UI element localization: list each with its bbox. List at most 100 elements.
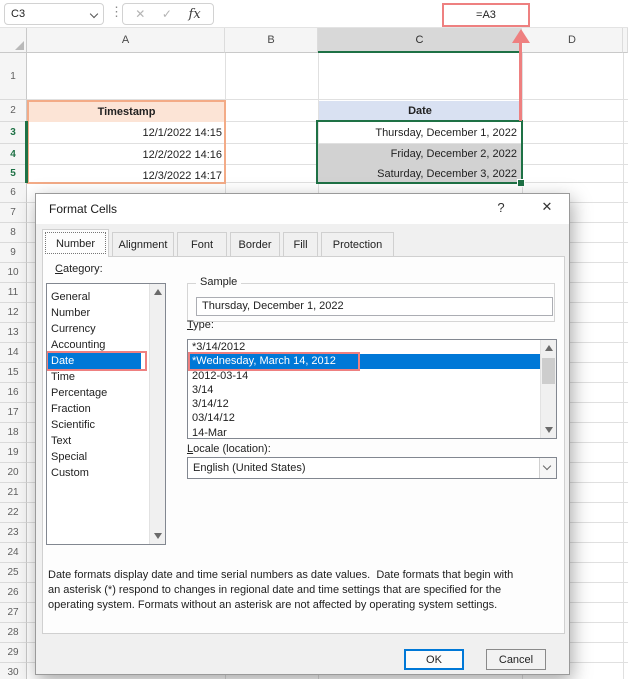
scroll-down-icon[interactable]: [545, 427, 553, 433]
row-header-30[interactable]: 30: [0, 663, 27, 679]
close-icon[interactable]: ✕: [534, 199, 560, 219]
row-header-3[interactable]: 3: [0, 122, 27, 144]
row-header-12[interactable]: 12: [0, 303, 27, 323]
category-item-currency[interactable]: Currency: [47, 321, 165, 337]
sample-label: Sample: [196, 276, 241, 288]
tab-alignment[interactable]: Alignment: [112, 232, 174, 257]
timestamp-range-highlight: [27, 100, 226, 184]
category-annotation-box: [46, 351, 147, 371]
row-header-2[interactable]: 2: [0, 100, 27, 122]
locale-select[interactable]: English (United States): [187, 457, 557, 479]
row-header-1[interactable]: 1: [0, 53, 27, 100]
category-item-special[interactable]: Special: [47, 449, 165, 465]
description-line: Date formats display date and time seria…: [48, 568, 556, 583]
scroll-up-icon[interactable]: [545, 345, 553, 351]
row-header-28[interactable]: 28: [0, 623, 27, 643]
row-header-18[interactable]: 18: [0, 423, 27, 443]
category-list[interactable]: GeneralNumberCurrencyAccountingDateTimeP…: [46, 283, 166, 545]
row-header-9[interactable]: 9: [0, 243, 27, 263]
cancel-icon[interactable]: ✕: [135, 7, 145, 21]
row-header-11[interactable]: 11: [0, 283, 27, 303]
name-box[interactable]: C3: [4, 3, 104, 25]
ok-button[interactable]: OK: [404, 649, 464, 670]
column-header-a[interactable]: A: [27, 28, 225, 53]
category-item-custom[interactable]: Custom: [47, 465, 165, 481]
row-header-23[interactable]: 23: [0, 523, 27, 543]
row-header-29[interactable]: 29: [0, 643, 27, 663]
column-header-b[interactable]: B: [225, 28, 318, 53]
scroll-down-icon[interactable]: [154, 533, 162, 539]
selection-border: [316, 120, 523, 184]
row-header-15[interactable]: 15: [0, 363, 27, 383]
row-header-20[interactable]: 20: [0, 463, 27, 483]
column-header-c[interactable]: C: [318, 28, 522, 53]
row-header-22[interactable]: 22: [0, 503, 27, 523]
fill-handle[interactable]: [517, 179, 525, 187]
category-item-general[interactable]: General: [47, 289, 165, 305]
dialog-titlebar[interactable]: Format Cells ? ✕: [36, 194, 569, 224]
type-list[interactable]: *3/14/2012*Wednesday, March 14, 20122012…: [187, 339, 557, 439]
tab-fill[interactable]: Fill: [283, 232, 318, 257]
annotation-arrow-head-icon: [512, 29, 530, 43]
format-cells-dialog: Format Cells ? ✕ NumberAlignmentFontBord…: [35, 193, 570, 675]
annotation-arrow-line: [519, 42, 522, 121]
type-scrollbar[interactable]: [540, 340, 556, 438]
row-header-10[interactable]: 10: [0, 263, 27, 283]
help-button[interactable]: ?: [491, 200, 511, 218]
category-item-number[interactable]: Number: [47, 305, 165, 321]
column-header-partial[interactable]: [623, 28, 628, 53]
row-header-13[interactable]: 13: [0, 323, 27, 343]
gridline-vertical: [623, 53, 624, 679]
type-item[interactable]: 3/14: [188, 383, 556, 397]
sample-group: Sample Thursday, December 1, 2022: [187, 283, 555, 322]
tab-protection[interactable]: Protection: [321, 232, 394, 257]
fx-icon[interactable]: fx: [189, 7, 201, 22]
type-item[interactable]: 3/14/12: [188, 397, 556, 411]
row-header-19[interactable]: 19: [0, 443, 27, 463]
row-header-8[interactable]: 8: [0, 223, 27, 243]
row-header-25[interactable]: 25: [0, 563, 27, 583]
column-header-d[interactable]: D: [522, 28, 623, 53]
row-header-21[interactable]: 21: [0, 483, 27, 503]
row-header-26[interactable]: 26: [0, 583, 27, 603]
category-item-text[interactable]: Text: [47, 433, 165, 449]
formula-annotation-box: =A3: [442, 3, 530, 27]
category-scrollbar[interactable]: [149, 284, 165, 544]
category-item-fraction[interactable]: Fraction: [47, 401, 165, 417]
cancel-button[interactable]: Cancel: [486, 649, 546, 670]
category-item-percentage[interactable]: Percentage: [47, 385, 165, 401]
category-item-scientific[interactable]: Scientific: [47, 417, 165, 433]
row-header-6[interactable]: 6: [0, 183, 27, 203]
tab-number[interactable]: Number: [42, 229, 109, 257]
type-item[interactable]: 03/14/12: [188, 411, 556, 425]
enter-icon[interactable]: ✓: [162, 7, 172, 21]
row-header-4[interactable]: 4: [0, 144, 27, 165]
row-selection-indicator: [25, 121, 28, 183]
tab-font[interactable]: Font: [177, 232, 227, 257]
category-item-time[interactable]: Time: [47, 369, 165, 385]
row-header-16[interactable]: 16: [0, 383, 27, 403]
excel-window: C3 ⋮ ✕ ✓ fx =A3 ABCD 1234567891011121314…: [0, 0, 628, 679]
number-tab-page: Category: GeneralNumberCurrencyAccountin…: [42, 256, 565, 634]
row-header-5[interactable]: 5: [0, 165, 27, 183]
scrollbar-thumb[interactable]: [542, 358, 555, 384]
tab-border[interactable]: Border: [230, 232, 280, 257]
row-header-27[interactable]: 27: [0, 603, 27, 623]
row-header-17[interactable]: 17: [0, 403, 27, 423]
locale-dropdown-button[interactable]: [539, 458, 556, 478]
select-all-corner[interactable]: [0, 28, 27, 53]
description-line: operating system. Formats without an ast…: [48, 598, 556, 613]
type-annotation-box: [188, 352, 360, 371]
formula-input[interactable]: [218, 0, 628, 27]
locale-label: Locale (location):: [187, 443, 271, 455]
row-header-24[interactable]: 24: [0, 543, 27, 563]
type-item[interactable]: 14-Mar: [188, 426, 556, 439]
cell-c2[interactable]: Date: [319, 101, 521, 121]
format-description: Date formats display date and time seria…: [48, 568, 556, 613]
category-label: Category:: [55, 263, 103, 275]
row-header-7[interactable]: 7: [0, 203, 27, 223]
dialog-title: Format Cells: [49, 202, 117, 216]
row-header-14[interactable]: 14: [0, 343, 27, 363]
chevron-down-icon[interactable]: [90, 10, 98, 18]
scroll-up-icon[interactable]: [154, 289, 162, 295]
